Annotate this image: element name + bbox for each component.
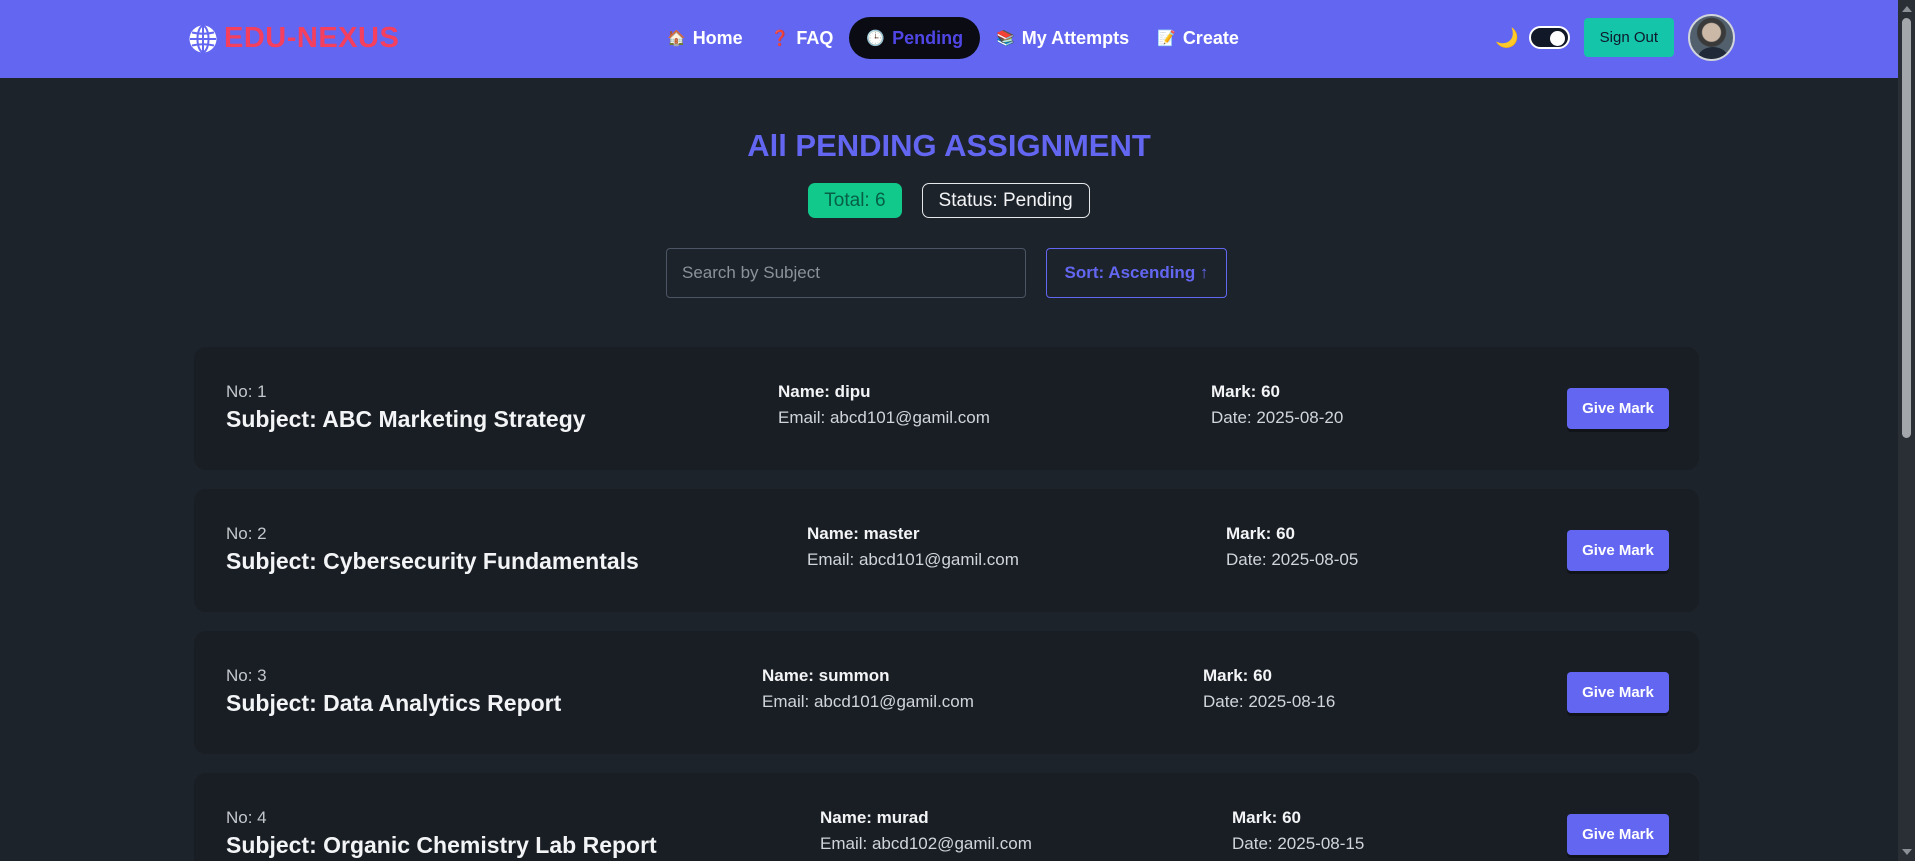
assignment-subject: Subject: Cybersecurity Fundamentals bbox=[226, 548, 639, 574]
brand-logo[interactable]: EDU-NEXUS bbox=[188, 22, 399, 55]
assignee-email: Email: abcd101@gamil.com bbox=[762, 692, 974, 711]
give-mark-button[interactable]: Give Mark bbox=[1567, 814, 1669, 855]
assignee-info: Name: master Email: abcd101@gamil.com bbox=[807, 524, 1019, 570]
assignee-email: Email: abcd101@gamil.com bbox=[807, 550, 1019, 569]
mark-info: Mark: 60 Date: 2025-08-20 bbox=[1211, 382, 1343, 428]
nav-home-label: Home bbox=[692, 27, 743, 48]
assignment-number: No: 2 bbox=[226, 524, 267, 543]
nav-faq-label: FAQ bbox=[796, 27, 834, 48]
assignment-card: No: 3 Subject: Data Analytics Report Nam… bbox=[194, 631, 1699, 754]
nav-my-attempts[interactable]: 📚 My Attempts bbox=[984, 17, 1141, 59]
header-actions: 🌙 Sign Out bbox=[1495, 14, 1736, 61]
clock-icon: 🕒 bbox=[866, 29, 886, 47]
assignee-info: Name: summon Email: abcd101@gamil.com bbox=[762, 666, 974, 712]
toggle-knob bbox=[1549, 30, 1565, 46]
assignee-email: Email: abcd101@gamil.com bbox=[778, 408, 990, 427]
scroll-up-arrow-icon[interactable] bbox=[1902, 6, 1912, 12]
assignment-number: No: 3 bbox=[226, 666, 267, 685]
nav-pending[interactable]: 🕒 Pending bbox=[849, 17, 981, 59]
page-title: All PENDING ASSIGNMENT bbox=[747, 128, 1151, 163]
assignee-name: Name: master bbox=[807, 524, 920, 543]
assignee-name: Name: dipu bbox=[778, 382, 871, 401]
main-nav: 🏠 Home ❓ FAQ 🕒 Pending 📚 My Attempts 📝 C… bbox=[655, 17, 1251, 59]
assignment-number: No: 1 bbox=[226, 382, 267, 401]
assignee-info: Name: murad Email: abcd102@gamil.com bbox=[820, 808, 1032, 854]
scroll-down-arrow-icon[interactable] bbox=[1902, 849, 1912, 855]
assignment-subject: Subject: ABC Marketing Strategy bbox=[226, 406, 586, 432]
assignee-name: Name: murad bbox=[820, 808, 929, 827]
mark-info: Mark: 60 Date: 2025-08-15 bbox=[1232, 808, 1364, 854]
give-mark-button[interactable]: Give Mark bbox=[1567, 530, 1669, 571]
nav-home[interactable]: 🏠 Home bbox=[655, 17, 755, 59]
assignee-name: Name: summon bbox=[762, 666, 890, 685]
sign-out-button[interactable]: Sign Out bbox=[1583, 18, 1675, 57]
assignment-card: No: 4 Subject: Organic Chemistry Lab Rep… bbox=[194, 773, 1699, 861]
moon-icon: 🌙 bbox=[1495, 27, 1519, 49]
total-badge: Total: 6 bbox=[808, 183, 902, 218]
scrollbar-thumb[interactable] bbox=[1902, 18, 1911, 438]
assignment-mark: Mark: 60 bbox=[1203, 666, 1272, 685]
assignment-date: Date: 2025-08-16 bbox=[1203, 692, 1336, 711]
theme-toggle[interactable] bbox=[1528, 26, 1570, 49]
books-icon: 📚 bbox=[996, 29, 1015, 47]
navbar: EDU-NEXUS 🏠 Home ❓ FAQ 🕒 Pending 📚 My At… bbox=[0, 0, 1898, 78]
assignment-card: No: 1 Subject: ABC Marketing Strategy Na… bbox=[194, 347, 1699, 470]
assignment-date: Date: 2025-08-15 bbox=[1232, 834, 1365, 853]
brand-name: EDU-NEXUS bbox=[224, 22, 400, 54]
assignment-mark: Mark: 60 bbox=[1226, 524, 1295, 543]
assignment-mark: Mark: 60 bbox=[1232, 808, 1301, 827]
assignment-mark: Mark: 60 bbox=[1211, 382, 1280, 401]
summary-badges: Total: 6 Status: Pending bbox=[0, 183, 1898, 218]
globe-icon bbox=[189, 24, 217, 53]
assignment-subject: Subject: Data Analytics Report bbox=[226, 690, 562, 716]
nav-create[interactable]: 📝 Create bbox=[1145, 17, 1251, 59]
mark-info: Mark: 60 Date: 2025-08-16 bbox=[1203, 666, 1335, 712]
assignee-info: Name: dipu Email: abcd101@gamil.com bbox=[778, 382, 990, 428]
status-badge: Status: Pending bbox=[921, 183, 1090, 218]
assignment-number: No: 4 bbox=[226, 808, 267, 827]
question-icon: ❓ bbox=[770, 29, 790, 47]
assignment-date: Date: 2025-08-05 bbox=[1226, 550, 1359, 569]
avatar[interactable] bbox=[1688, 14, 1736, 61]
assignment-card: No: 2 Subject: Cybersecurity Fundamental… bbox=[194, 489, 1699, 612]
give-mark-button[interactable]: Give Mark bbox=[1567, 672, 1669, 713]
search-input[interactable] bbox=[666, 248, 1026, 298]
nav-pending-label: Pending bbox=[892, 27, 964, 48]
sort-button[interactable]: Sort: Ascending ↑ bbox=[1046, 248, 1227, 298]
home-icon: 🏠 bbox=[667, 29, 686, 47]
assignment-date: Date: 2025-08-20 bbox=[1211, 408, 1344, 427]
nav-my-attempts-label: My Attempts bbox=[1021, 27, 1130, 48]
mark-info: Mark: 60 Date: 2025-08-05 bbox=[1226, 524, 1358, 570]
nav-faq[interactable]: ❓ FAQ bbox=[759, 17, 846, 59]
page-scrollbar[interactable] bbox=[1898, 0, 1915, 861]
assignment-subject: Subject: Organic Chemistry Lab Report bbox=[226, 832, 657, 858]
assignee-email: Email: abcd102@gamil.com bbox=[820, 834, 1032, 853]
nav-create-label: Create bbox=[1182, 27, 1239, 48]
give-mark-button[interactable]: Give Mark bbox=[1567, 388, 1669, 429]
memo-icon: 📝 bbox=[1157, 29, 1176, 47]
